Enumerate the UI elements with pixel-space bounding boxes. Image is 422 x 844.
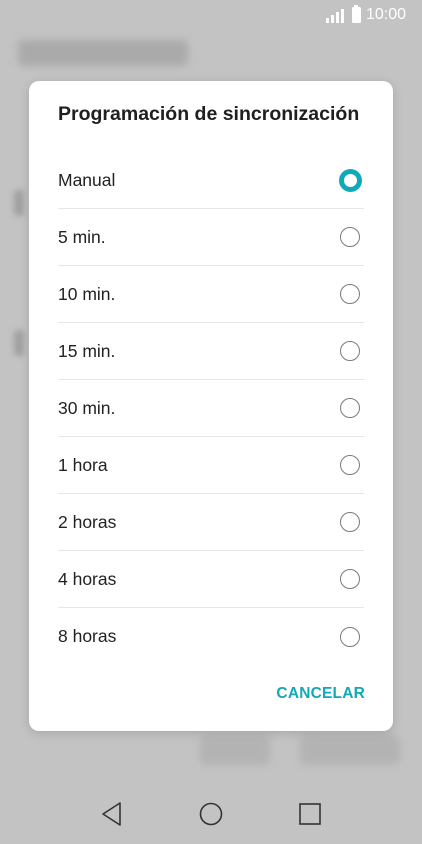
status-time: 10:00 xyxy=(365,6,406,23)
dialog-title: Programación de sincronización xyxy=(58,103,360,125)
option-5-min[interactable]: 5 min. xyxy=(58,209,364,266)
battery-icon xyxy=(351,5,361,23)
option-10-min[interactable]: 10 min. xyxy=(58,266,364,323)
back-icon xyxy=(101,802,121,826)
sync-schedule-dialog: Programación de sincronización Manual 5 … xyxy=(29,81,393,731)
option-label: 8 horas xyxy=(58,626,117,646)
background-blurred-item xyxy=(14,330,24,356)
recent-apps-icon xyxy=(299,803,322,825)
option-label: 10 min. xyxy=(58,283,116,304)
background-blurred-button xyxy=(300,735,400,765)
option-label: 1 hora xyxy=(58,454,108,475)
option-label: 30 min. xyxy=(58,397,116,418)
option-label: 5 min. xyxy=(58,226,106,247)
option-15-min[interactable]: 15 min. xyxy=(58,323,364,380)
sync-interval-options: Manual 5 min. 10 min. 15 min. 30 min. 1 … xyxy=(58,152,364,665)
option-label: 15 min. xyxy=(58,340,116,361)
back-button[interactable] xyxy=(98,800,126,828)
navigation-bar xyxy=(0,784,422,844)
option-8-hours[interactable]: 8 horas xyxy=(58,608,364,665)
background-blurred-title xyxy=(18,40,188,66)
radio-unselected-icon[interactable] xyxy=(340,512,360,532)
option-label: Manual xyxy=(58,169,116,190)
signal-icon xyxy=(325,7,344,23)
radio-unselected-icon[interactable] xyxy=(340,455,360,475)
option-1-hour[interactable]: 1 hora xyxy=(58,437,364,494)
home-icon xyxy=(199,802,223,826)
background-blurred-item xyxy=(14,190,24,216)
background-blurred-button xyxy=(200,735,270,765)
radio-unselected-icon[interactable] xyxy=(340,227,360,247)
radio-selected-icon[interactable] xyxy=(339,168,362,192)
radio-unselected-icon[interactable] xyxy=(340,341,360,361)
option-label: 4 horas xyxy=(58,568,117,589)
radio-unselected-icon[interactable] xyxy=(340,626,360,647)
option-label: 2 horas xyxy=(58,511,117,532)
option-2-hours[interactable]: 2 horas xyxy=(58,494,364,551)
cancel-button[interactable]: CANCELAR xyxy=(276,685,365,703)
home-button[interactable] xyxy=(197,800,225,828)
option-4-hours[interactable]: 4 horas xyxy=(58,551,364,608)
radio-unselected-icon[interactable] xyxy=(340,398,360,418)
recent-apps-button[interactable] xyxy=(296,800,324,828)
radio-unselected-icon[interactable] xyxy=(340,569,360,589)
radio-unselected-icon[interactable] xyxy=(340,284,360,304)
status-bar: 10:00 xyxy=(0,0,422,30)
option-manual[interactable]: Manual xyxy=(58,152,364,209)
option-30-min[interactable]: 30 min. xyxy=(58,380,364,437)
